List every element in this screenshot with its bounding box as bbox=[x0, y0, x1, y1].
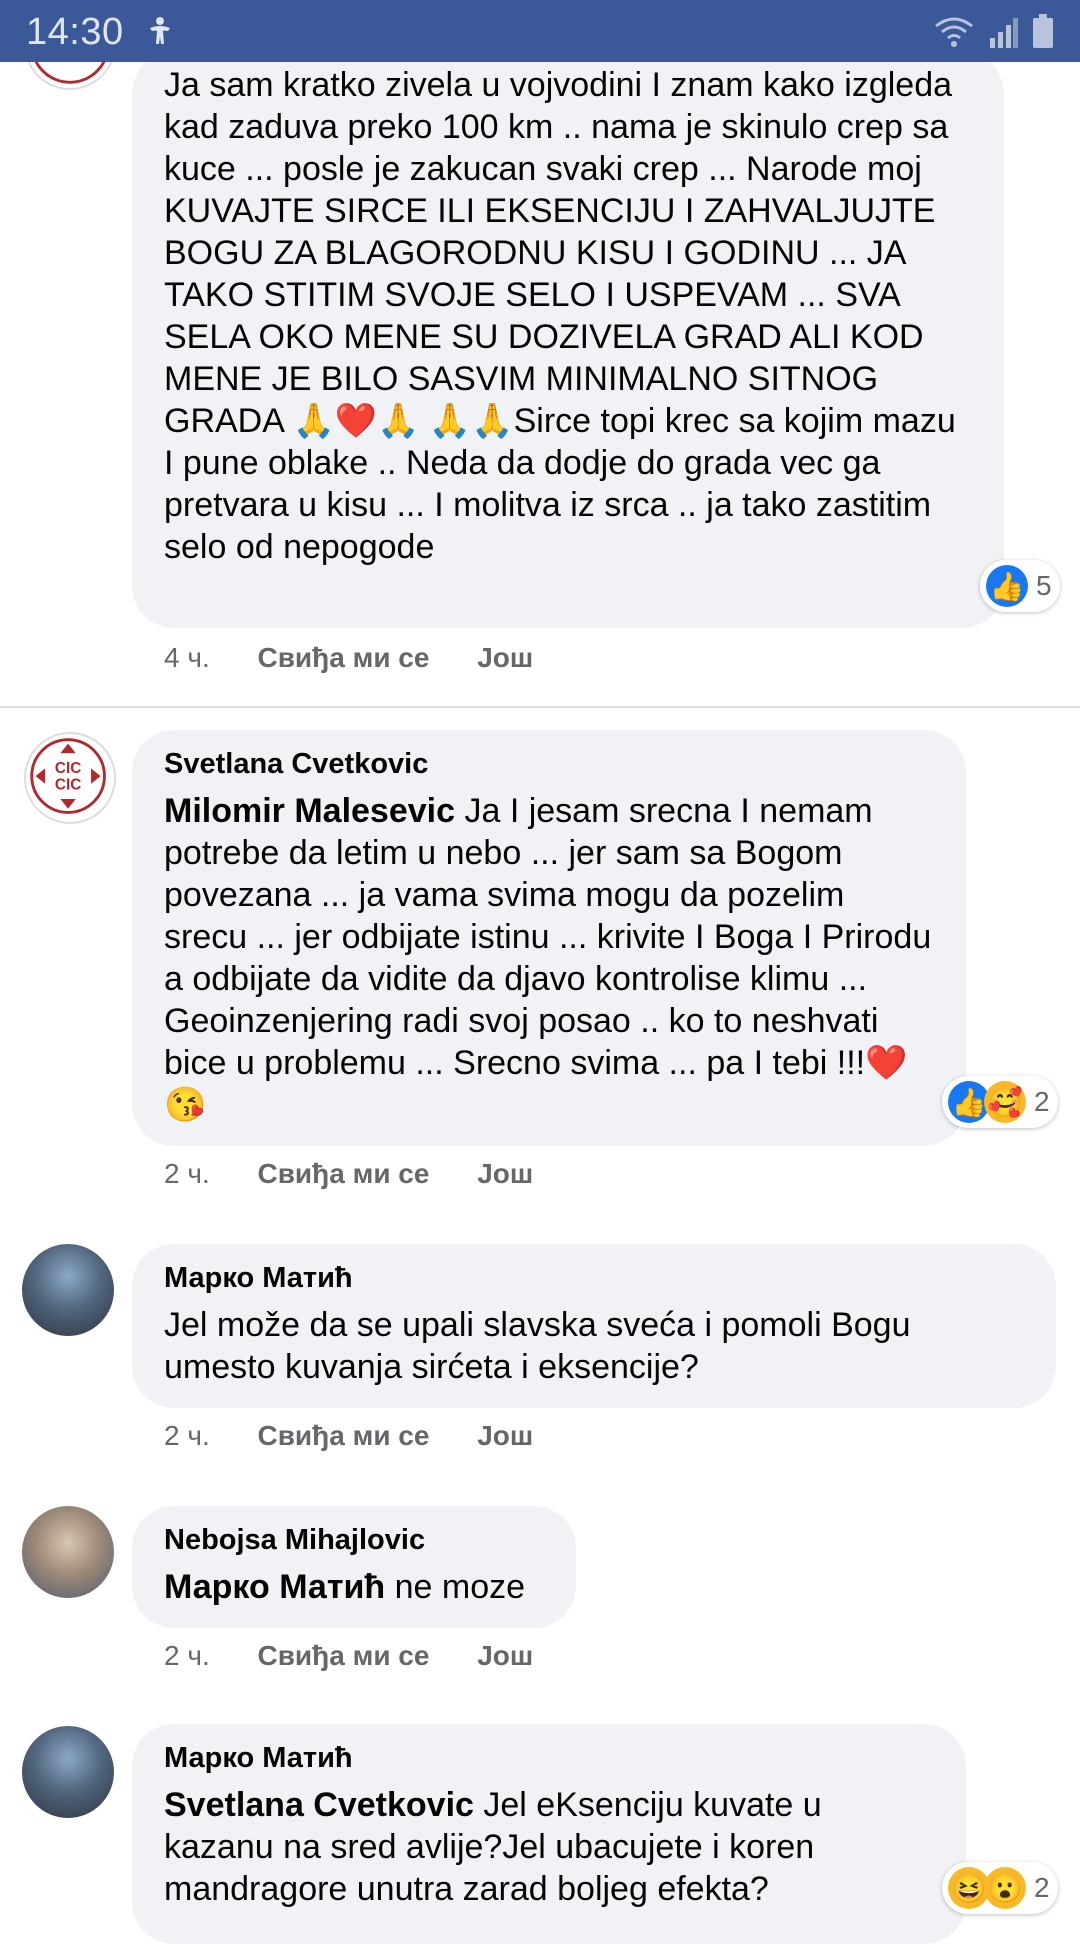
care-icon: 🥰 bbox=[984, 1081, 1026, 1123]
battery-icon bbox=[1033, 14, 1053, 48]
comment-time: 2 ч. bbox=[164, 1158, 210, 1189]
divider bbox=[0, 706, 1080, 708]
comment-author[interactable]: Nebojsa Mihajlovic bbox=[164, 1522, 544, 1558]
comment-bubble[interactable]: Марко Матић Svetlana Cvetkovic Jel eKsen… bbox=[132, 1724, 966, 1944]
comment-text: Jel može da se upali slavska sveća i pom… bbox=[164, 1306, 911, 1386]
reaction-summary[interactable]: 😆 😮 2 bbox=[942, 1862, 1058, 1914]
comment-time: 4 ч. bbox=[164, 642, 210, 673]
like-button[interactable]: Свиђа ми се bbox=[258, 1158, 430, 1190]
comment-text: Ja I jesam srecna I nemam potrebe da let… bbox=[164, 792, 932, 1124]
reaction-count: 2 bbox=[1034, 1872, 1050, 1903]
comment-bubble[interactable]: Nebojsa Mihajlovic Марко Матић ne moze bbox=[132, 1506, 576, 1628]
comment-bubble[interactable]: Ja sam kratko zivela u vojvodini I znam … bbox=[132, 52, 1004, 628]
comment-text: ne moze bbox=[394, 1568, 526, 1606]
like-button[interactable]: Свиђа ми се bbox=[258, 1640, 430, 1672]
signal-icon bbox=[990, 18, 1018, 48]
comment-meta: 2 ч. Свиђа ми се Још bbox=[164, 1640, 533, 1672]
wow-icon: 😮 bbox=[984, 1867, 1026, 1909]
status-bar: 14:30 bbox=[0, 0, 1080, 62]
like-icon: 👍 bbox=[986, 565, 1028, 607]
reaction-count: 5 bbox=[1036, 570, 1052, 601]
avatar[interactable]: CIC CIC bbox=[24, 732, 116, 824]
comment-text: Ja sam kratko zivela u vojvodini I znam … bbox=[164, 66, 956, 566]
svg-text:CIC: CIC bbox=[55, 776, 81, 793]
more-button[interactable]: Још bbox=[477, 1420, 533, 1452]
more-button[interactable]: Још bbox=[477, 642, 533, 674]
comment-bubble[interactable]: Марко Матић Jel može da se upali slavska… bbox=[132, 1244, 1056, 1408]
reaction-count: 2 bbox=[1034, 1086, 1050, 1117]
like-button[interactable]: Свиђа ми се bbox=[258, 642, 430, 674]
avatar[interactable] bbox=[22, 1726, 114, 1818]
comment-meta: 4 ч. Свиђа ми се Још bbox=[164, 642, 533, 674]
wifi-icon bbox=[935, 17, 973, 47]
more-button[interactable]: Још bbox=[477, 1158, 533, 1190]
avatar[interactable] bbox=[22, 1506, 114, 1598]
accessibility-icon bbox=[150, 17, 170, 44]
mention-link[interactable]: Milomir Malesevic bbox=[164, 792, 455, 830]
comment-author[interactable]: Svetlana Cvetkovic bbox=[164, 746, 934, 782]
comment-meta: 2 ч. Свиђа ми се Још bbox=[164, 1420, 533, 1452]
like-button[interactable]: Свиђа ми се bbox=[258, 1420, 430, 1452]
mention-link[interactable]: Марко Матић bbox=[164, 1568, 385, 1606]
comment-bubble[interactable]: Svetlana Cvetkovic Milomir Malesevic Ja … bbox=[132, 730, 966, 1146]
comment-time: 2 ч. bbox=[164, 1420, 210, 1451]
status-time: 14:30 bbox=[26, 11, 124, 53]
reaction-summary[interactable]: 👍 🥰 2 bbox=[942, 1076, 1058, 1128]
reaction-summary[interactable]: 👍 5 bbox=[980, 560, 1060, 612]
comment-time: 2 ч. bbox=[164, 1640, 210, 1671]
svg-text:CIC: CIC bbox=[55, 760, 81, 777]
comment-author[interactable]: Марко Матић bbox=[164, 1740, 934, 1776]
status-icons bbox=[934, 14, 1054, 48]
comment-author[interactable]: Марко Матић bbox=[164, 1260, 1024, 1296]
emblem-icon: CIC CIC bbox=[30, 738, 106, 814]
more-button[interactable]: Још bbox=[477, 1640, 533, 1672]
mention-link[interactable]: Svetlana Cvetkovic bbox=[164, 1786, 474, 1824]
avatar[interactable] bbox=[22, 1244, 114, 1336]
comment-meta: 2 ч. Свиђа ми се Још bbox=[164, 1158, 533, 1190]
